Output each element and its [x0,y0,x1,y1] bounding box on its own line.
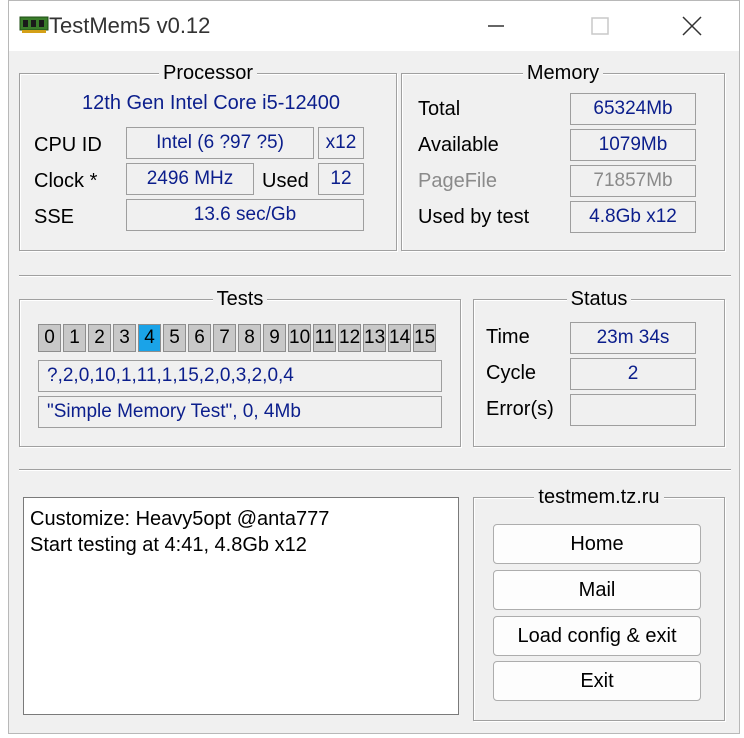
used-by-test-label: Used by test [418,206,530,228]
test-number-6[interactable]: 6 [188,324,211,352]
total-label: Total [418,98,461,120]
test-number-4[interactable]: 4 [138,324,161,352]
errors-label: Error(s) [486,398,554,420]
maximize-button[interactable] [569,1,631,51]
test-number-5[interactable]: 5 [163,324,186,352]
test-number-12[interactable]: 12 [338,324,361,352]
test-number-8[interactable]: 8 [238,324,261,352]
used-field: 12 [318,163,364,195]
sse-field: 13.6 sec/Gb [126,199,364,231]
used-label: Used [262,170,309,192]
errors-field [570,394,696,426]
processor-title: Processor [158,62,258,84]
minimize-icon [488,25,504,27]
used-by-test-field: 4.8Gb x12 [570,201,696,233]
pagefile-label: PageFile [418,170,497,192]
status-group: Status Time 23m 34s Cycle 2 Error(s) [473,288,725,447]
time-field: 23m 34s [570,322,696,354]
tests-group: Tests 0 1 2 3 4 5 6 7 8 9 10 11 12 13 14 15 ?,2,0,10,1,… [19,288,461,447]
home-button[interactable]: Home [493,524,701,564]
test-number-13[interactable]: 13 [363,324,386,352]
exit-button[interactable]: Exit [493,661,701,701]
window-title: TestMem5 v0.12 [49,13,211,38]
test-number-2[interactable]: 2 [88,324,111,352]
sse-label: SSE [34,206,75,228]
cpu-id-field: Intel (6 ?97 ?5) [126,127,314,159]
tests-title: Tests [212,288,268,310]
test-number-10[interactable]: 10 [288,324,311,352]
memory-group: Memory Total 65324Mb Available 1079Mb Pa… [401,62,725,251]
cpu-id-label: CPU ID [34,134,102,156]
test-number-9[interactable]: 9 [263,324,286,352]
links-title: testmem.tz.ru [534,486,664,508]
log-textarea[interactable]: Customize: Heavy5opt @anta777 Start test… [23,497,459,715]
available-field: 1079Mb [570,129,696,161]
separator-bottom [19,469,731,471]
close-button[interactable] [661,1,723,51]
status-title: Status [566,288,632,310]
memory-chip-icon [19,16,49,33]
testmem-window: TestMem5 v0.12 Processor 12th Gen Intel … [8,0,740,734]
current-test-field: "Simple Memory Test", 0, 4Mb [38,396,442,428]
test-number-1[interactable]: 1 [63,324,86,352]
maximize-icon [591,17,609,35]
title-bar[interactable]: TestMem5 v0.12 [9,1,739,51]
test-sequence-field: ?,2,0,10,1,11,1,15,2,0,3,2,0,4 [38,360,442,392]
log-line: Start testing at 4:41, 4.8Gb x12 [30,534,307,556]
processor-name: 12th Gen Intel Core i5-12400 [82,92,340,114]
test-number-14[interactable]: 14 [388,324,411,352]
threads-field: x12 [318,127,364,159]
test-number-3[interactable]: 3 [113,324,136,352]
total-field: 65324Mb [570,93,696,125]
mail-button[interactable]: Mail [493,570,701,610]
available-label: Available [418,134,499,156]
test-number-7[interactable]: 7 [213,324,236,352]
processor-group: Processor 12th Gen Intel Core i5-12400 C… [19,62,397,251]
pagefile-field: 71857Mb [570,165,696,197]
minimize-button[interactable] [465,1,527,51]
cycle-field: 2 [570,358,696,390]
test-number-0[interactable]: 0 [38,324,61,352]
clock-label: Clock * [34,170,98,192]
test-number-11[interactable]: 11 [313,324,336,352]
separator-top [19,275,731,277]
time-label: Time [486,326,530,348]
load-config-exit-button[interactable]: Load config & exit [493,616,701,656]
memory-title: Memory [522,62,604,84]
cycle-label: Cycle [486,362,537,384]
clock-field: 2496 MHz [126,163,254,195]
test-number-15[interactable]: 15 [413,324,436,352]
log-line: Customize: Heavy5opt @anta777 [30,508,330,530]
close-icon [682,16,702,36]
